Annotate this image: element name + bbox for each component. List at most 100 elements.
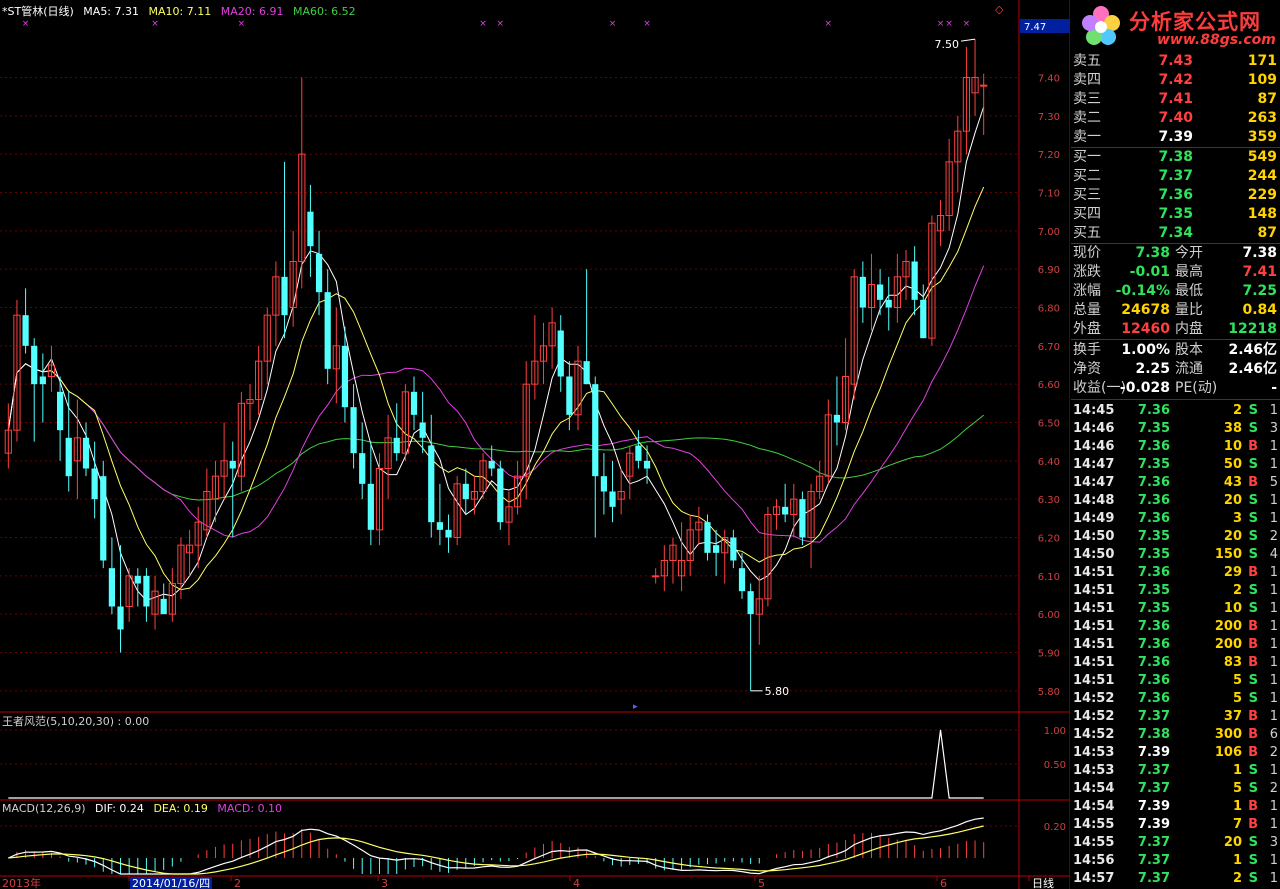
fin-row: 换手 1.00% 股本 2.46亿 [1071,341,1280,360]
tick-row[interactable]: 14:47 7.36 43 B 5 [1071,474,1280,492]
tick-price: 7.38 [1137,727,1170,742]
ma60-label: MA60: 6.52 [292,5,356,18]
bid-row[interactable]: 买一 7.38 549 [1071,148,1280,167]
tick-count: 1 [1269,637,1278,652]
quote-label: 内盘 [1175,321,1203,337]
ask-row[interactable]: 卖二 7.40 263 [1071,109,1280,128]
tick-volume: 300 [1214,727,1242,742]
scroll-marker: ▸ [633,702,638,712]
tick-count: 1 [1269,709,1278,724]
tick-volume: 5 [1232,781,1242,796]
tick-row[interactable]: 14:49 7.36 3 S 1 [1071,510,1280,528]
tick-volume: 1 [1232,763,1242,778]
candle-body [143,575,150,607]
tick-row[interactable]: 14:54 7.37 5 S 2 [1071,780,1280,798]
candle-body [367,483,374,530]
tick-time: 14:52 [1073,727,1115,742]
tick-price: 7.36 [1137,691,1170,706]
quote-value: 7.41 [1242,264,1277,280]
kline-chart[interactable]: 7.40 7.30 7.20 7.10 7.00 6.90 6.80 6.70 6.60 6.50… [0,0,1070,889]
candle-body [100,476,107,561]
tick-row[interactable]: 14:51 7.36 29 B 1 [1071,564,1280,582]
tick-direction: S [1248,511,1258,526]
tick-row[interactable]: 14:55 7.37 20 S 3 [1071,834,1280,852]
tick-price: 7.35 [1137,601,1170,616]
tick-row[interactable]: 14:51 7.36 5 S 1 [1071,672,1280,690]
price-tick-label: 6.50 [1038,419,1060,430]
tick-count: 1 [1269,799,1278,814]
quote-label: 涨幅 [1073,283,1101,299]
tick-volume: 5 [1232,673,1242,688]
ask-price: 7.40 [1158,110,1193,126]
quote-row: 外盘 12460 内盘 12218 [1071,320,1280,339]
fin-value: 2.46亿 [1228,342,1277,358]
bid-row[interactable]: 买二 7.37 244 [1071,167,1280,186]
ask-label: 卖三 [1073,91,1101,107]
candle-body [876,284,884,300]
tick-price: 7.36 [1137,673,1170,688]
tick-direction: B [1248,655,1258,670]
tick-count: 1 [1269,565,1278,580]
tick-row[interactable]: 14:51 7.36 200 B 1 [1071,636,1280,654]
ask-row[interactable]: 卖三 7.41 87 [1071,90,1280,109]
tick-row[interactable]: 14:45 7.36 2 S 1 [1071,402,1280,420]
tick-count: 1 [1269,853,1278,868]
signal-marker: × [825,19,833,29]
candle-body [341,345,349,408]
tick-count: 1 [1269,619,1278,634]
tick-row[interactable]: 14:50 7.35 20 S 2 [1071,528,1280,546]
tick-direction: B [1248,475,1258,490]
tick-row[interactable]: 14:52 7.38 300 B 6 [1071,726,1280,744]
tick-row[interactable]: 14:53 7.39 106 B 2 [1071,744,1280,762]
ask-volume: 171 [1247,53,1277,69]
quote-label: 量比 [1175,302,1203,318]
ask-volume: 87 [1257,91,1277,107]
ask-row[interactable]: 卖四 7.42 109 [1071,71,1280,90]
tick-row[interactable]: 14:50 7.35 150 S 4 [1071,546,1280,564]
tick-volume: 200 [1214,619,1242,634]
tick-price: 7.36 [1137,439,1170,454]
ask-row[interactable]: 卖一 7.39 359 [1071,128,1280,147]
tick-count: 3 [1269,835,1278,850]
fin-value: - [1271,380,1277,396]
tick-row[interactable]: 14:56 7.37 1 S 1 [1071,852,1280,870]
fin-value: 1.00% [1121,342,1170,358]
tick-direction: S [1248,493,1258,508]
bid-row[interactable]: 买四 7.35 148 [1071,205,1280,224]
bid-row[interactable]: 买五 7.34 87 [1071,224,1280,243]
tick-row[interactable]: 14:51 7.35 10 S 1 [1071,600,1280,618]
bid-row[interactable]: 买三 7.36 229 [1071,186,1280,205]
candle-body [436,522,444,530]
tick-row[interactable]: 14:55 7.39 7 B 1 [1071,816,1280,834]
ask-row[interactable]: 卖五 7.43 171 [1071,52,1280,71]
candle-body [134,575,141,584]
tick-direction: S [1248,583,1258,598]
quote-value: 24678 [1121,302,1170,318]
tick-row[interactable]: 14:47 7.35 50 S 1 [1071,456,1280,474]
tick-row[interactable]: 14:48 7.36 20 S 1 [1071,492,1280,510]
quote-row: 涨跌 -0.01 最高 7.41 [1071,263,1280,282]
tick-time: 14:53 [1073,745,1115,760]
tick-count: 1 [1269,673,1278,688]
tick-row[interactable]: 14:46 7.35 38 S 3 [1071,420,1280,438]
tick-row[interactable]: 14:51 7.36 83 B 1 [1071,654,1280,672]
tick-row[interactable]: 14:51 7.35 2 S 1 [1071,582,1280,600]
kline-chart-area[interactable]: 7.40 7.30 7.20 7.10 7.00 6.90 6.80 6.70 6.60 6.50… [0,0,1070,889]
price-tick-label: 6.00 [1038,610,1060,621]
tick-row[interactable]: 14:54 7.39 1 B 1 [1071,798,1280,816]
tick-count: 1 [1269,583,1278,598]
tick-row[interactable]: 14:52 7.36 5 S 1 [1071,690,1280,708]
tick-direction: S [1248,781,1258,796]
candle-body [730,537,737,561]
tick-row[interactable]: 14:51 7.36 200 B 1 [1071,618,1280,636]
tick-row[interactable]: 14:53 7.37 1 S 1 [1071,762,1280,780]
tick-volume: 29 [1223,565,1242,580]
tick-direction: B [1248,727,1258,742]
candle-body [497,468,504,523]
quote-panel: 分析家公式网 www.88gs.com 卖五 7.43 171 卖四 7.42 109 卖三… [1071,0,1280,889]
tick-row[interactable]: 14:57 7.37 2 S 1 [1071,870,1280,888]
date-label: 2013年 [2,876,41,889]
tick-row[interactable]: 14:52 7.37 37 B 1 [1071,708,1280,726]
tick-row[interactable]: 14:46 7.36 10 B 1 [1071,438,1280,456]
tick-volume: 7 [1232,817,1242,832]
